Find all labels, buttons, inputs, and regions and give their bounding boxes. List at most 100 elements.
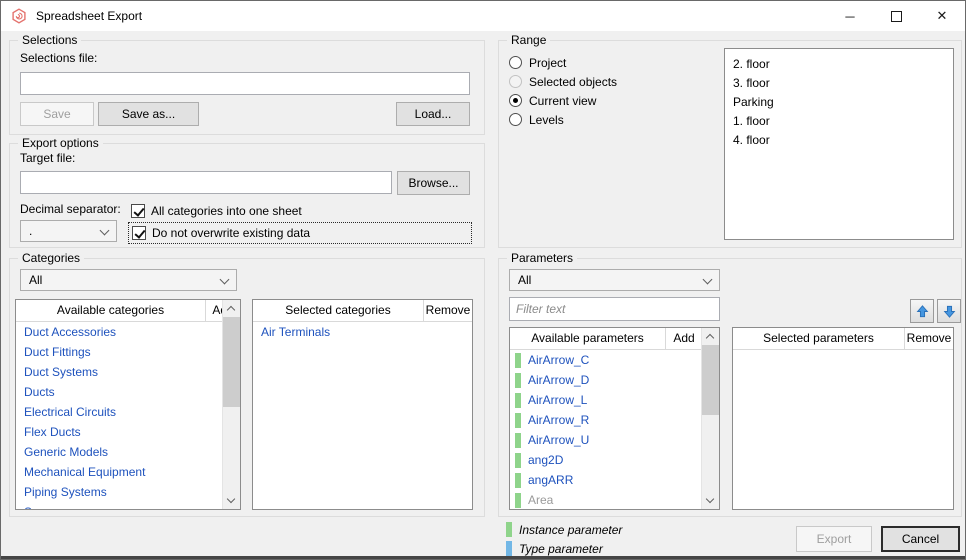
decimal-separator-value: .	[29, 224, 32, 238]
load-button[interactable]: Load...	[396, 102, 470, 126]
level-item[interactable]: 4. floor	[725, 131, 953, 150]
level-item[interactable]: 2. floor	[725, 55, 953, 74]
cancel-button[interactable]: Cancel	[881, 526, 960, 552]
save-as-button[interactable]: Save as...	[98, 102, 199, 126]
instance-parameter-bar	[515, 353, 521, 368]
parameter-name: AirArrow_C	[528, 353, 589, 367]
decimal-separator-select[interactable]: .	[20, 220, 117, 242]
move-down-button[interactable]	[937, 299, 961, 323]
type-parameter-label: Type parameter	[519, 542, 603, 556]
range-radio-option[interactable]: Project	[509, 53, 617, 72]
radio-label: Project	[529, 56, 566, 70]
move-up-button[interactable]	[910, 299, 934, 323]
target-file-input[interactable]	[20, 171, 392, 194]
category-item[interactable]: Generic Models	[16, 442, 240, 462]
maximize-button[interactable]	[873, 1, 919, 31]
window-bottom-edge	[1, 556, 965, 559]
radio-icon[interactable]	[509, 113, 522, 126]
category-item[interactable]: Flex Ducts	[16, 422, 240, 442]
minimize-button[interactable]: ─	[827, 1, 873, 31]
selected-categories-header: Selected categories Remove	[253, 300, 472, 322]
selections-file-input[interactable]	[20, 72, 470, 95]
radio-icon[interactable]	[509, 56, 522, 69]
category-item[interactable]: Electrical Circuits	[16, 402, 240, 422]
parameter-item[interactable]: AirArrow_L	[510, 390, 719, 410]
radio-icon[interactable]	[509, 75, 522, 88]
parameter-item[interactable]: AirArrow_C	[510, 350, 719, 370]
export-options-group: Export options Target file: Browse... De…	[9, 143, 485, 248]
remove-column[interactable]: Remove	[424, 300, 472, 321]
scrollbar[interactable]	[701, 328, 719, 509]
parameters-group: Parameters All Available parameters Add …	[498, 258, 962, 517]
selected-parameters-header: Selected parameters Remove	[733, 328, 953, 350]
parameter-item[interactable]: angARR	[510, 470, 719, 490]
no-overwrite-checkbox-row[interactable]: Do not overwrite existing data	[128, 222, 472, 244]
selected-categories-listview: Selected categories Remove Air Terminals	[252, 299, 473, 510]
parameter-name: Area	[528, 493, 553, 507]
selected-categories-column[interactable]: Selected categories	[253, 300, 424, 321]
parameter-name: AirArrow_R	[528, 413, 589, 427]
level-item[interactable]: Parking	[725, 93, 953, 112]
checkbox-checked-icon[interactable]	[132, 226, 146, 240]
range-radio-option[interactable]: Levels	[509, 110, 617, 129]
available-parameters-listview: Available parameters Add AirArrow_C AirA…	[509, 327, 720, 510]
category-item[interactable]: Spaces	[16, 502, 240, 510]
level-item[interactable]: 1. floor	[725, 112, 953, 131]
all-categories-checkbox-row[interactable]: All categories into one sheet	[131, 202, 302, 220]
checkbox-checked-icon[interactable]	[131, 204, 145, 218]
instance-parameter-bar	[515, 493, 521, 508]
parameter-name: AirArrow_L	[528, 393, 587, 407]
browse-button[interactable]: Browse...	[397, 171, 470, 195]
spreadsheet-export-dialog: Spreadsheet Export ─ ✕ Selections Select…	[0, 0, 966, 560]
categories-filter-select[interactable]: All	[20, 269, 237, 291]
scroll-up-icon[interactable]	[223, 300, 240, 317]
parameter-item[interactable]: AirArrow_U	[510, 430, 719, 450]
available-parameters-column[interactable]: Available parameters	[510, 328, 666, 349]
arrow-down-icon	[942, 304, 957, 319]
type-parameter-bar	[506, 541, 512, 556]
instance-parameter-bar	[515, 433, 521, 448]
parameter-filter-input[interactable]	[509, 297, 720, 321]
close-button[interactable]: ✕	[919, 1, 965, 31]
radio-label: Selected objects	[529, 75, 617, 89]
selected-parameters-column[interactable]: Selected parameters	[733, 328, 905, 349]
categories-group-label: Categories	[18, 251, 84, 266]
scroll-down-icon[interactable]	[702, 492, 719, 509]
range-group: Range Project Selected objects Current v…	[498, 40, 962, 248]
selected-categories-list: Air Terminals	[253, 322, 472, 342]
scrollbar[interactable]	[222, 300, 240, 509]
parameters-filter-select[interactable]: All	[509, 269, 720, 291]
instance-parameter-label: Instance parameter	[519, 523, 622, 537]
category-item[interactable]: Ducts	[16, 382, 240, 402]
scroll-up-icon[interactable]	[702, 328, 719, 345]
instance-parameter-legend: Instance parameter	[506, 522, 622, 537]
levels-listbox[interactable]: 2. floor 3. floor Parking 1. floor 4. fl…	[724, 48, 954, 240]
range-radio-option[interactable]: Selected objects	[509, 72, 617, 91]
parameter-item[interactable]: Area	[510, 490, 719, 510]
remove-column[interactable]: Remove	[905, 328, 953, 349]
category-item[interactable]: Piping Systems	[16, 482, 240, 502]
categories-group: Categories All Available categories Add …	[9, 258, 485, 517]
add-column[interactable]: Add	[666, 328, 702, 349]
category-item[interactable]: Mechanical Equipment	[16, 462, 240, 482]
instance-parameter-bar	[515, 393, 521, 408]
category-item[interactable]: Duct Accessories	[16, 322, 240, 342]
category-item[interactable]: Duct Fittings	[16, 342, 240, 362]
categories-filter-value: All	[29, 273, 42, 287]
chevron-down-icon	[703, 275, 713, 285]
save-button[interactable]: Save	[20, 102, 94, 126]
available-categories-column[interactable]: Available categories	[16, 300, 206, 321]
parameter-item[interactable]: AirArrow_R	[510, 410, 719, 430]
scrollbar-thumb[interactable]	[702, 345, 719, 415]
parameter-item[interactable]: AirArrow_D	[510, 370, 719, 390]
all-categories-checkbox-label: All categories into one sheet	[151, 204, 302, 218]
level-item[interactable]: 3. floor	[725, 74, 953, 93]
export-button[interactable]: Export	[796, 526, 872, 552]
scrollbar-thumb[interactable]	[223, 317, 240, 407]
radio-icon[interactable]	[509, 94, 522, 107]
parameter-item[interactable]: ang2D	[510, 450, 719, 470]
range-radio-option[interactable]: Current view	[509, 91, 617, 110]
category-item[interactable]: Duct Systems	[16, 362, 240, 382]
scroll-down-icon[interactable]	[223, 492, 240, 509]
category-item[interactable]: Air Terminals	[253, 322, 472, 342]
